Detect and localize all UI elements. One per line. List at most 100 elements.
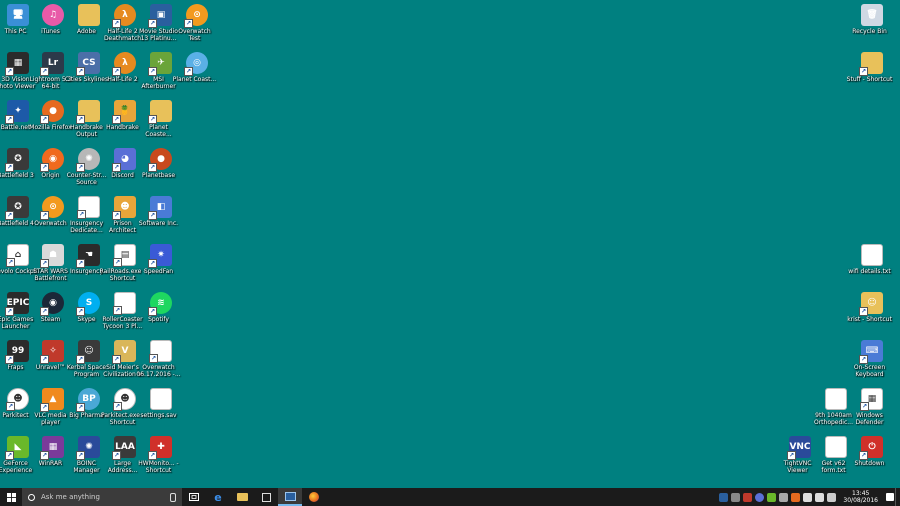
desktop-icon-battlefield-3[interactable]: ✪ ↗ Battlefield 3 bbox=[0, 148, 36, 194]
shortcut-arrow-icon: ↗ bbox=[184, 67, 193, 76]
desktop-icon-on-screen-keyboard[interactable]: ⌨ ↗ On-Screen Keyboard bbox=[854, 340, 890, 386]
shortcut-arrow-icon: ↗ bbox=[148, 67, 157, 76]
desktop-icon-tightvnc-viewer[interactable]: VNC ↗ TightVNC Viewer bbox=[782, 436, 818, 482]
desktop-icon-sid-meier-s-civilization-v[interactable]: V ↗ Sid Meier's Civilization V bbox=[103, 340, 143, 386]
desktop-icon-shutdown[interactable]: ⏻ ↗ Shutdown bbox=[854, 436, 890, 482]
parkitect-icon: ☻ ↗ bbox=[6, 388, 29, 411]
desktop-icon-wifi-details-txt[interactable]: wifi details.txt bbox=[848, 244, 891, 290]
desktop-icon-boinc-manager[interactable]: ✺ ↗ BOINC Manager bbox=[71, 436, 107, 482]
taskbar-file-explorer[interactable] bbox=[230, 488, 254, 506]
desktop-icon-planet-coast[interactable]: ◎ ↗ Planet Coast... bbox=[173, 52, 216, 98]
desktop-icon-overwatch[interactable]: ⊙ ↗ Overwatch bbox=[34, 196, 71, 242]
desktop-icon-insurgency-dedicate[interactable]: ↗ Insurgency Dedicate... bbox=[70, 196, 107, 242]
desktop-icon-kerbal-space-program[interactable]: ☺ ↗ Kerbal Space Program bbox=[67, 340, 107, 386]
shortcut-arrow-icon: ↗ bbox=[112, 163, 121, 172]
microphone-icon[interactable] bbox=[170, 492, 176, 502]
steam-tray-icon[interactable] bbox=[754, 492, 764, 502]
desktop-icon-lightroom-5-3-64-bit[interactable]: Lr ↗ Lightroom 5.3 64-bit bbox=[30, 52, 71, 98]
insurgency-dedicate-icon: ↗ bbox=[77, 196, 100, 219]
desktop-icon-vlc-media-player[interactable]: ▲ ↗ VLC media player bbox=[34, 388, 71, 434]
desktop-icon-epic-games-launcher[interactable]: EPIC ↗ Epic Games Launcher bbox=[0, 292, 36, 338]
tray-app-icon-2[interactable] bbox=[730, 492, 740, 502]
tray-app-icon-3[interactable] bbox=[742, 492, 752, 502]
desktop-icon-speedfan[interactable]: ✷ ↗ SpeedFan bbox=[143, 244, 179, 290]
desktop-icon-origin[interactable]: ◉ ↗ Origin bbox=[35, 148, 71, 194]
tray-app-icon-1[interactable] bbox=[718, 492, 728, 502]
taskbar-app-window[interactable] bbox=[278, 488, 302, 506]
clock[interactable]: 13:45 30/08/2016 bbox=[843, 490, 878, 504]
desktop-icon-steam[interactable]: ◉ ↗ Steam bbox=[35, 292, 71, 338]
boinc-manager-icon: ✺ ↗ bbox=[76, 436, 100, 460]
this-pc-icon: 🖥 bbox=[7, 4, 29, 26]
cortana-search-box[interactable]: Ask me anything bbox=[22, 488, 182, 506]
desktop-icon-3d-vision-photo-viewer[interactable]: ▦↗3D Vision Photo Viewer bbox=[0, 52, 36, 98]
desktop-icon-star-wars-battlefront[interactable]: ☗ ↗ STAR WARS Battlefront bbox=[33, 244, 71, 290]
desktop-icon-planet-coaste[interactable]: ↗ Planet Coaste... bbox=[143, 100, 179, 146]
get-v62-form-txt-icon bbox=[825, 436, 847, 458]
desktop-icon-msi-afterburner[interactable]: ✈ ↗ MSI Afterburner bbox=[141, 52, 179, 98]
desktop-icon-mozilla-firefox[interactable]: ● ↗ Mozilla Firefox bbox=[29, 100, 72, 146]
desktop-icon-adobe[interactable]: Adobe bbox=[71, 4, 107, 50]
epic-games-launcher-icon: EPIC ↗ bbox=[5, 292, 29, 316]
desktop-icon-get-v62-form-txt[interactable]: Get v62 form.txt bbox=[818, 436, 854, 482]
taskbar-edge[interactable]: e bbox=[206, 488, 230, 506]
desktop-icon-rollercoaster-tycoon-3-pl[interactable]: ↗ RollerCoaster Tycoon 3 Pl... bbox=[102, 292, 143, 338]
desktop-icon-battle-net[interactable]: ✦ ↗ Battle.net bbox=[0, 100, 36, 146]
desktop-icon-this-pc[interactable]: 🖥 This PC bbox=[0, 4, 36, 50]
desktop-icon-parkitect[interactable]: ☻ ↗ Parkitect bbox=[0, 388, 36, 434]
tray-app-icon-4[interactable] bbox=[766, 492, 776, 502]
task-view-button[interactable] bbox=[182, 488, 206, 506]
desktop-icon-fraps[interactable]: 99 ↗ Fraps bbox=[0, 340, 36, 386]
desktop-icon-cities-skylines[interactable]: CS ↗ Cities Skylines bbox=[65, 52, 108, 98]
desktop-icon-railroads-exe-shortcut[interactable]: ▤ ↗ RailRoads.exe - Shortcut bbox=[100, 244, 145, 290]
desktop-icon-software-inc[interactable]: ◧ ↗ Software Inc. bbox=[139, 196, 179, 242]
desktop-icon-prison-architect[interactable]: ☻ ↗ Prison Architect bbox=[107, 196, 143, 242]
network-icon[interactable] bbox=[802, 492, 812, 502]
tray-app-icon-6[interactable] bbox=[790, 492, 800, 502]
desktop-icon-9th-1040am-orthopedic[interactable]: 9th 1040am Orthopedic... bbox=[814, 388, 854, 434]
desktop-icon-battlefield-4[interactable]: ✪ ↗ Battlefield 4 bbox=[0, 196, 36, 242]
desktop-icon-insurgency[interactable]: ☚ ↗ Insurgency bbox=[70, 244, 107, 290]
desktop-icon-recycle-bin[interactable]: 🗑 Recycle Bin bbox=[852, 4, 890, 50]
desktop-icon-overwatch-06-17-2016[interactable]: ↗ Overwatch 06.17.2016 -... bbox=[136, 340, 181, 386]
desktop-icon-overwatch-test[interactable]: ⊙ ↗ Overwatch Test bbox=[178, 4, 215, 50]
desktop-icon-label: Windows Defender bbox=[855, 412, 884, 426]
desktop-icon-settings-sav[interactable]: settings.sav bbox=[140, 388, 179, 434]
show-desktop-button[interactable] bbox=[895, 488, 900, 506]
firefox-icon bbox=[309, 492, 319, 502]
tray-app-icon-5[interactable] bbox=[778, 492, 788, 502]
desktop-icon-big-pharma[interactable]: BP ↗ Big Pharma bbox=[69, 388, 107, 434]
shortcut-arrow-icon: ↗ bbox=[5, 211, 14, 220]
taskbar-store[interactable] bbox=[254, 488, 278, 506]
volume-icon[interactable] bbox=[814, 492, 824, 502]
language-icon[interactable] bbox=[826, 492, 836, 502]
desktop-icon-unravel[interactable]: ✧ ↗ Unravel™ bbox=[35, 340, 71, 386]
shortcut-arrow-icon: ↗ bbox=[859, 307, 868, 316]
desktop-icon-krist-shortcut[interactable]: ☺ ↗ krist - Shortcut bbox=[847, 292, 892, 338]
desktop-icon-counter-str-source[interactable]: ✺ ↗ Counter-Str... Source bbox=[67, 148, 107, 194]
desktop-icon-handbrake[interactable]: 🍍 ↗ Handbrake bbox=[106, 100, 143, 146]
desktop-icon-half-life-2-deathmatch[interactable]: λ ↗ Half-Life 2 Deathmatch bbox=[104, 4, 143, 50]
desktop-icon-winrar[interactable]: ▦ ↗ WinRAR bbox=[35, 436, 71, 482]
desktop-icon-movie-studio-13-platinu[interactable]: ▣ ↗ Movie Studio 13 Platinu... bbox=[139, 4, 179, 50]
desktop-icon-handbrake-output[interactable]: ↗ Handbrake Output bbox=[70, 100, 107, 146]
shortcut-arrow-icon: ↗ bbox=[76, 307, 85, 316]
desktop-icon-half-life-2[interactable]: λ ↗ Half-Life 2 bbox=[107, 52, 143, 98]
desktop-icon-discord[interactable]: ◕ ↗ Discord bbox=[107, 148, 143, 194]
desktop-icon-parkitect-exe-shortcut[interactable]: ☻ ↗ Parkitect.exe - Shortcut bbox=[101, 388, 144, 434]
desktop-icon-hwmonito-shortcut[interactable]: ✚ ↗ HWMonito... - Shortcut bbox=[138, 436, 179, 482]
desktop-icon-large-address[interactable]: LAA ↗ Large Address... bbox=[107, 436, 143, 482]
adobe-icon bbox=[78, 4, 100, 26]
desktop-icon-spotify[interactable]: ≋ ↗ Spotify bbox=[143, 292, 179, 338]
taskbar-firefox[interactable] bbox=[302, 488, 326, 506]
desktop-icon-devolo-cockpit[interactable]: ⌂↗devolo Cockpit bbox=[0, 244, 38, 290]
action-center-icon[interactable] bbox=[885, 493, 894, 501]
desktop-icon-itunes[interactable]: ♫ iTunes bbox=[35, 4, 71, 50]
desktop-icon-stuff-shortcut[interactable]: ↗ Stuff - Shortcut bbox=[847, 52, 892, 98]
shortcut-arrow-icon: ↗ bbox=[76, 67, 85, 76]
desktop-icon-geforce-experience[interactable]: ◣ ↗ GeForce Experience bbox=[0, 436, 36, 482]
desktop-icon-planetbase[interactable]: ● ↗ Planetbase bbox=[142, 148, 179, 194]
desktop-icon-skype[interactable]: S ↗ Skype bbox=[71, 292, 107, 338]
start-button[interactable] bbox=[0, 488, 22, 506]
desktop-icon-windows-defender[interactable]: ▦ ↗ Windows Defender bbox=[854, 388, 890, 434]
